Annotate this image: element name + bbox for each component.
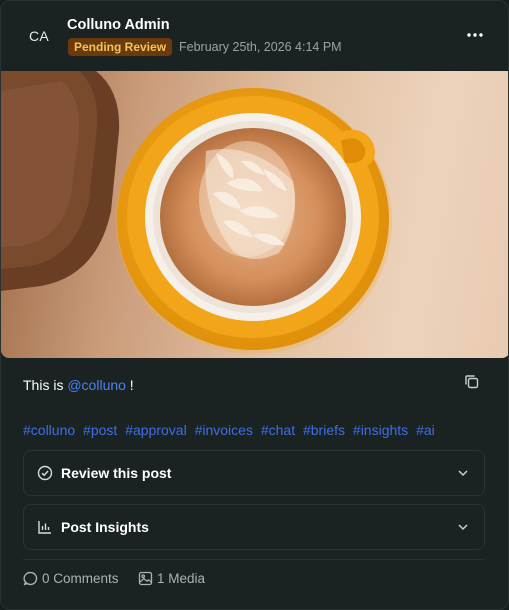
comments-count: 0 Comments <box>42 570 119 586</box>
check-circle-icon <box>37 465 53 481</box>
author-name[interactable]: Colluno Admin <box>67 17 170 33</box>
post-image[interactable] <box>1 71 508 358</box>
comment-icon <box>23 571 38 585</box>
post-timestamp: February 25th, 2026 4:14 PM <box>179 40 342 54</box>
media-button[interactable]: 1 Media <box>138 569 205 587</box>
post-caption: This is @colluno ! <box>23 377 134 393</box>
latte-photo <box>1 71 392 354</box>
review-post-label: Review this post <box>61 465 172 481</box>
post-header: CA Colluno Admin Pending Review February… <box>1 1 508 71</box>
hashtag[interactable]: #approval <box>125 422 187 438</box>
chevron-down-icon <box>458 470 468 477</box>
post-card: CA Colluno Admin Pending Review February… <box>0 0 509 610</box>
hashtag-list: #colluno #post #approval #invoices #chat… <box>23 422 439 438</box>
caption-suffix: ! <box>125 377 134 393</box>
more-horizontal-icon <box>467 33 483 37</box>
image-icon <box>138 571 153 585</box>
status-badge: Pending Review <box>68 38 173 56</box>
hashtag[interactable]: #invoices <box>195 422 253 438</box>
hashtag[interactable]: #ai <box>416 422 435 438</box>
post-insights-section[interactable]: Post Insights <box>23 504 485 550</box>
media-count: 1 Media <box>157 570 206 586</box>
hashtag[interactable]: #insights <box>353 422 408 438</box>
comments-button[interactable]: 0 Comments <box>23 569 119 587</box>
copy-caption-button[interactable] <box>463 373 483 393</box>
avatar[interactable]: CA <box>17 19 61 53</box>
hashtag[interactable]: #post <box>83 422 117 438</box>
hashtag[interactable]: #colluno <box>23 422 75 438</box>
hashtag[interactable]: #briefs <box>303 422 345 438</box>
bar-chart-icon <box>38 521 51 534</box>
more-options-button[interactable] <box>462 25 488 45</box>
copy-icon <box>465 375 479 389</box>
mention-link[interactable]: @colluno <box>67 377 126 393</box>
review-post-section[interactable]: Review this post <box>23 450 485 496</box>
hashtag[interactable]: #chat <box>261 422 295 438</box>
caption-prefix: This is <box>23 377 68 393</box>
post-insights-label: Post Insights <box>61 519 149 535</box>
chevron-down-icon <box>458 524 468 531</box>
footer-divider <box>23 559 485 560</box>
